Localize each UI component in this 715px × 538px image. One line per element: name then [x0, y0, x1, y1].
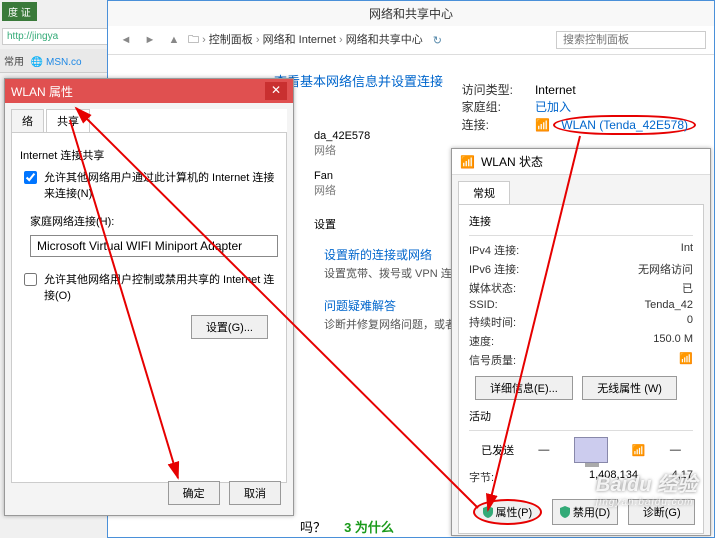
address-bar[interactable]: http://jingya: [2, 28, 109, 45]
cancel-button[interactable]: 取消: [229, 481, 281, 505]
ssid-value: Tenda_42: [645, 299, 693, 311]
wlan-properties-dialog: WLAN 属性 ✕ 络 共享 Internet 连接共享 允许其他网络用户通过此…: [4, 78, 294, 516]
fav-link-msn[interactable]: 🌐 MSN.co: [31, 57, 82, 68]
ipv6-value: 无网络访问: [638, 261, 693, 277]
details-button[interactable]: 详细信息(E)...: [475, 376, 573, 400]
explorer-toolbar: ◄ ► ▲ 🗀 › 控制面板 › 网络和 Internet › 网络和共享中心 …: [108, 26, 714, 55]
signal-bars-icon: 📶: [632, 444, 646, 457]
search-input[interactable]: [556, 31, 706, 49]
ipv4-label: IPv4 连接:: [469, 242, 559, 258]
properties-button[interactable]: 属性(P): [473, 499, 542, 525]
homegroup-link[interactable]: 已加入: [535, 100, 571, 114]
access-type-value: Internet: [535, 83, 576, 97]
duration-value: 0: [687, 314, 693, 330]
home-connection-select[interactable]: Microsoft Virtual WIFI Miniport Adapter: [30, 235, 278, 257]
media-state-label: 媒体状态:: [469, 280, 559, 296]
bytes-label: 字节:: [469, 469, 559, 485]
dialog-title: WLAN 属性: [11, 83, 73, 100]
folder-icon: 🗀: [188, 34, 199, 46]
wlan-status-dialog: 📶 WLAN 状态 常规 连接 IPv4 连接: Int IPv6 连接: 无网络访…: [451, 148, 711, 536]
tab-sharing[interactable]: 共享: [46, 109, 90, 132]
ipv4-value: Int: [681, 242, 693, 258]
dialog-title: WLAN 状态: [481, 153, 543, 170]
ics-group-label: Internet 连接共享: [20, 147, 278, 163]
question-link[interactable]: 3 为什么: [344, 520, 394, 535]
allow-sharing-checkbox-row[interactable]: 允许其他网络用户通过此计算机的 Internet 连接来连接(N): [20, 169, 278, 201]
wireless-properties-button[interactable]: 无线属性 (W): [582, 376, 677, 400]
close-button[interactable]: ✕: [265, 82, 287, 100]
connection-group-label: 连接: [469, 213, 693, 229]
tab-networking[interactable]: 络: [11, 109, 44, 132]
home-connection-label: 家庭网络连接(H):: [30, 213, 278, 229]
ssid-label: SSID:: [469, 299, 559, 311]
signal-quality-label: 信号质量:: [469, 352, 559, 368]
signal-icon: 📶: [460, 155, 475, 169]
connections-label: 连接:: [462, 116, 532, 133]
allow-control-checkbox-row[interactable]: 允许其他网络用户控制或禁用共享的 Internet 连接(O): [20, 271, 278, 303]
settings-button[interactable]: 设置(G)...: [191, 315, 268, 339]
bytes-sent-value: 1,408,134: [589, 469, 638, 485]
disable-button[interactable]: 禁用(D): [552, 499, 619, 525]
allow-control-checkbox[interactable]: [24, 273, 37, 286]
tab-general[interactable]: 常规: [458, 181, 510, 204]
signal-quality-icon: 📶: [679, 352, 693, 368]
allow-control-label: 允许其他网络用户控制或禁用共享的 Internet 连接(O): [44, 271, 278, 303]
fav-label: 常用: [4, 57, 24, 68]
duration-label: 持续时间:: [469, 314, 559, 330]
diagnose-button[interactable]: 诊断(G): [628, 499, 695, 525]
homegroup-label: 家庭组:: [462, 98, 532, 115]
baidu-cert-badge: 度 证: [2, 2, 37, 21]
bytes-recv-value: 4,17: [672, 469, 693, 485]
window-title: 网络和共享中心: [108, 1, 714, 26]
breadcrumb[interactable]: 🗀 › 控制面板 › 网络和 Internet › 网络和共享中心: [188, 31, 423, 50]
question-bar: 吗？ 3 为什么: [300, 517, 394, 536]
activity-monitor-icon: [574, 437, 608, 463]
allow-sharing-checkbox[interactable]: [24, 171, 37, 184]
wlan-connection-link[interactable]: WLAN (Tenda_42E578): [553, 115, 696, 135]
ipv6-label: IPv6 连接:: [469, 261, 559, 277]
signal-icon: 📶: [535, 118, 550, 132]
sent-label: 已发送: [481, 442, 514, 458]
speed-label: 速度:: [469, 333, 559, 349]
ok-button[interactable]: 确定: [168, 481, 220, 505]
back-button[interactable]: ◄: [116, 30, 136, 50]
refresh-icon[interactable]: ↻: [433, 34, 442, 47]
access-type-label: 访问类型:: [462, 81, 532, 98]
up-button[interactable]: ▲: [164, 30, 184, 50]
forward-button[interactable]: ►: [140, 30, 160, 50]
media-state-value: 已: [682, 280, 693, 296]
favorites-bar: 常用 🌐 MSN.co: [0, 49, 111, 73]
speed-value: 150.0 M: [653, 333, 693, 349]
allow-sharing-label: 允许其他网络用户通过此计算机的 Internet 连接来连接(N): [44, 169, 278, 201]
activity-group-label: 活动: [469, 408, 693, 424]
